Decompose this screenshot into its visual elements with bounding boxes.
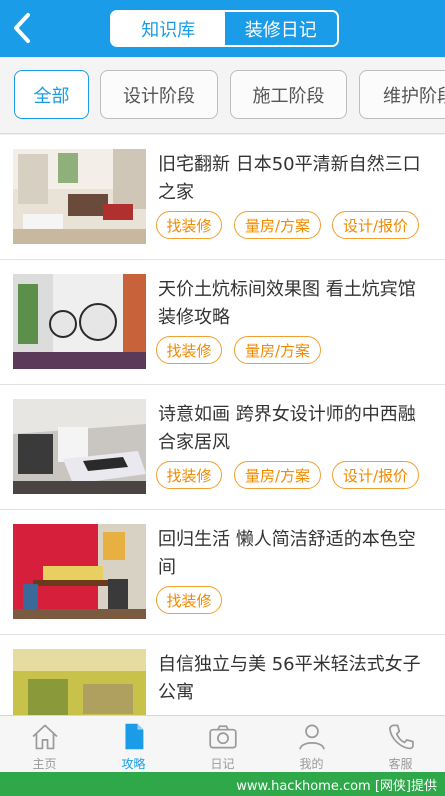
watermark-banner: www.hackhome.com [网侠]提供	[0, 772, 445, 796]
article-thumbnail	[13, 399, 146, 494]
article-title: 旧宅翻新 日本50平清新自然三口之家	[158, 154, 421, 203]
house-icon	[31, 724, 58, 750]
tag-design-quote[interactable]: 设计/报价	[332, 461, 419, 489]
article-item[interactable]: 自信独立与美 56平米轻法式女子公寓	[0, 635, 445, 715]
tag-measure-plan[interactable]: 量房/方案	[234, 461, 321, 489]
top-nav-bar: 知识库 装修日记	[0, 0, 445, 57]
article-item[interactable]: 诗意如画 跨界女设计师的中西融合家居风 找装修 量房/方案 设计/报价	[0, 385, 445, 510]
tab-home[interactable]: 主页	[0, 716, 89, 772]
tag-find-decoration[interactable]: 找装修	[156, 211, 222, 239]
tab-label: 客服	[388, 757, 413, 771]
back-button[interactable]	[8, 10, 38, 46]
article-title: 天价土炕标间效果图 看土炕宾馆装修攻略	[158, 279, 416, 328]
segment-decoration-diary[interactable]: 装修日记	[224, 12, 337, 45]
tab-guides[interactable]: 攻略	[89, 716, 178, 772]
camera-icon	[208, 725, 237, 749]
article-item[interactable]: 回归生活 懒人简洁舒适的本色空间 找装修	[0, 510, 445, 635]
segment-control: 知识库 装修日记	[110, 10, 339, 47]
article-list: 旧宅翻新 日本50平清新自然三口之家 找装修 量房/方案 设计/报价 天价土炕标…	[0, 135, 445, 715]
article-item[interactable]: 天价土炕标间效果图 看土炕宾馆装修攻略 找装修 量房/方案	[0, 260, 445, 385]
tag-find-decoration[interactable]: 找装修	[156, 336, 222, 364]
user-icon	[298, 724, 325, 750]
tag-find-decoration[interactable]: 找装修	[156, 461, 222, 489]
back-arrow-icon	[14, 13, 30, 43]
tab-service[interactable]: 客服	[356, 716, 445, 772]
article-thumbnail	[13, 274, 146, 369]
tab-label: 攻略	[121, 757, 146, 771]
bottom-tab-bar: 主页 攻略 日记 我的 客服	[0, 715, 445, 772]
article-title: 诗意如画 跨界女设计师的中西融合家居风	[158, 404, 416, 453]
filter-chip-construction[interactable]: 施工阶段	[230, 70, 347, 119]
tab-label: 日记	[210, 757, 235, 771]
tag-measure-plan[interactable]: 量房/方案	[234, 211, 321, 239]
filter-chip-all[interactable]: 全部	[14, 70, 89, 119]
article-item[interactable]: 旧宅翻新 日本50平清新自然三口之家 找装修 量房/方案 设计/报价	[0, 135, 445, 260]
segment-knowledge-base[interactable]: 知识库	[112, 12, 225, 45]
filter-chip-maintenance[interactable]: 维护阶段	[359, 70, 445, 119]
tab-label: 主页	[32, 757, 57, 771]
article-thumbnail	[13, 524, 146, 619]
tag-design-quote[interactable]: 设计/报价	[332, 211, 419, 239]
filter-chip-design[interactable]: 设计阶段	[100, 70, 218, 119]
phone-icon	[388, 724, 414, 750]
tag-find-decoration[interactable]: 找装修	[156, 586, 222, 614]
tab-diary[interactable]: 日记	[178, 716, 267, 772]
article-thumbnail	[13, 149, 146, 244]
tab-mine[interactable]: 我的	[267, 716, 356, 772]
article-title: 回归生活 懒人简洁舒适的本色空间	[158, 529, 416, 578]
article-thumbnail	[13, 649, 146, 715]
tab-label: 我的	[299, 757, 324, 771]
document-icon	[124, 723, 143, 750]
article-title: 自信独立与美 56平米轻法式女子公寓	[158, 654, 421, 703]
stage-filter-bar: 全部 设计阶段 施工阶段 维护阶段	[0, 57, 445, 134]
tag-measure-plan[interactable]: 量房/方案	[234, 336, 321, 364]
